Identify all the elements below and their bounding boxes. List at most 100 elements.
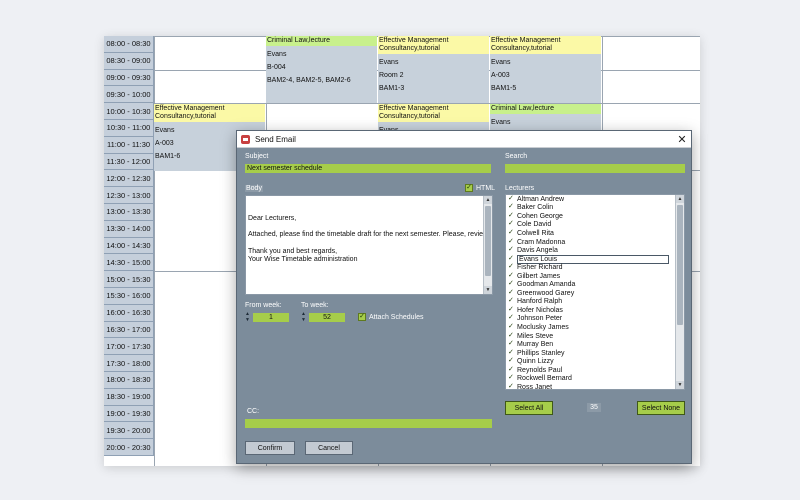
lecturer-item[interactable]: ✓ Altman Andrew — [506, 195, 684, 204]
time-slot: 20:00 - 20:30 — [104, 439, 154, 456]
lecturer-item[interactable]: ✓ Ross Janet — [506, 383, 684, 389]
lecturer-scrollbar[interactable]: ▲ ▼ — [675, 195, 684, 389]
timetable-event[interactable]: Criminal Law,lecture Evans B-004 BAM2-4, BA… — [266, 36, 377, 103]
to-week-input[interactable]: 52 — [309, 313, 345, 322]
check-icon[interactable]: ✓ — [508, 366, 515, 374]
lecturer-name: Cohen George — [517, 212, 563, 220]
lecturer-list[interactable]: ✓ Altman Andrew ✓ Baker Colin ✓ Cohen George ✓… — [505, 194, 685, 390]
lecturer-item[interactable]: ✓ Cole David — [506, 220, 684, 230]
lecturer-name: Fisher Richard — [517, 264, 563, 272]
scroll-up-icon[interactable]: ▲ — [676, 195, 684, 203]
check-icon[interactable]: ✓ — [508, 306, 515, 314]
lecturer-item[interactable]: ✓ Goodman Amanda — [506, 280, 684, 289]
to-week-label: To week: — [301, 302, 329, 309]
event-groups: BAM1-3 — [379, 85, 405, 92]
event-title: Criminal Law,lecture — [266, 36, 377, 46]
lecturer-item[interactable]: ✓ Colwell Rita — [506, 229, 684, 238]
lecturer-item[interactable]: ✓ Miles Steve — [506, 332, 684, 341]
close-icon[interactable]: ✕ — [673, 131, 691, 147]
lecturer-item[interactable]: ✓ Evans Louis — [506, 255, 684, 264]
scroll-thumb[interactable] — [677, 205, 683, 325]
lecturer-item[interactable]: ✓ Gilbert James — [506, 272, 684, 281]
lecturer-item[interactable]: ✓ Rockwell Bernard — [506, 374, 684, 383]
lecturer-item[interactable]: ✓ Quinn Lizzy — [506, 357, 684, 366]
body-textarea[interactable]: Dear Lecturers, Attached, please find th… — [245, 195, 493, 295]
cc-input[interactable] — [245, 419, 492, 428]
check-icon[interactable]: ✓ — [508, 238, 515, 246]
scroll-down-icon[interactable]: ▼ — [676, 381, 684, 389]
lecturer-item[interactable]: ✓ Moclusky James — [506, 323, 684, 332]
scroll-thumb[interactable] — [485, 206, 491, 276]
check-icon[interactable]: ✓ — [508, 220, 515, 228]
timetable-event[interactable]: Effective Management Consultancy,tutoria… — [378, 103, 489, 134]
to-week-spinner[interactable]: ▲ ▼ — [301, 312, 306, 323]
timetable-event[interactable]: Effective Management Consultancy,tutoria… — [490, 36, 601, 103]
check-icon[interactable]: ✓ — [508, 289, 515, 297]
select-all-button[interactable]: Select All — [505, 401, 553, 415]
check-icon[interactable]: ✓ — [508, 340, 515, 348]
lecturer-name: Cram Madonna — [517, 238, 566, 246]
time-slot: 14:30 - 15:00 — [104, 254, 154, 272]
subject-label: Subject — [245, 153, 269, 160]
check-icon[interactable]: ✓ — [508, 229, 515, 237]
timetable-event[interactable]: Effective Management Consultancy,tutoria… — [378, 36, 489, 103]
check-icon[interactable]: ✓ — [508, 374, 515, 382]
body-text: Dear Lecturers, Attached, please find th… — [248, 214, 492, 264]
check-icon[interactable]: ✓ — [508, 203, 515, 211]
lecturer-item[interactable]: ✓ Baker Colin — [506, 203, 684, 213]
lecturer-item[interactable]: ✓ Davis Angela — [506, 246, 684, 255]
lecturer-item[interactable]: ✓ Phillips Stanley — [506, 349, 684, 358]
lecturer-name: Miles Steve — [517, 332, 554, 340]
check-icon[interactable]: ✓ — [508, 332, 515, 340]
lecturer-item[interactable]: ✓ Hofer Nicholas — [506, 306, 684, 315]
lecturer-item[interactable]: ✓ Johnson Peter — [506, 314, 684, 324]
event-groups: BAM2-4, BAM2-5, BAM2-6 — [267, 77, 351, 84]
check-icon[interactable]: ✓ — [508, 323, 515, 331]
time-column: 08:00 - 08:30 08:30 - 09:00 09:00 - 09:30 0… — [104, 36, 154, 456]
scroll-up-icon[interactable]: ▲ — [484, 196, 492, 204]
check-icon[interactable]: ✓ — [508, 272, 515, 280]
scroll-down-icon[interactable]: ▼ — [484, 286, 492, 294]
time-slot: 17:30 - 18:00 — [104, 355, 154, 372]
search-input[interactable] — [505, 164, 685, 173]
event-room: A-003 — [491, 72, 510, 79]
check-icon[interactable]: ✓ — [508, 195, 515, 203]
check-icon[interactable]: ✓ — [508, 357, 515, 365]
check-icon[interactable]: ✓ — [508, 212, 515, 220]
lecturer-item[interactable]: ✓ Cram Madonna — [506, 238, 684, 247]
time-slot: 13:30 - 14:00 — [104, 220, 154, 238]
cancel-button[interactable]: Cancel — [305, 441, 353, 455]
check-icon[interactable]: ✓ — [508, 263, 515, 271]
body-scrollbar[interactable]: ▲ ▼ — [483, 196, 492, 294]
from-week-input[interactable]: 1 — [253, 313, 289, 322]
from-week-spinner[interactable]: ▲ ▼ — [245, 312, 250, 323]
subject-input[interactable]: Next semester schedule — [245, 164, 491, 173]
check-icon[interactable]: ✓ — [508, 246, 515, 254]
check-icon[interactable]: ✓ — [508, 280, 515, 288]
attach-schedules-checkbox[interactable]: ✓ — [358, 313, 366, 321]
lecturer-item[interactable]: ✓ Cohen George — [506, 212, 684, 221]
lecturer-item[interactable]: ✓ Greenwood Garey — [506, 289, 684, 298]
time-slot: 14:00 - 14:30 — [104, 237, 154, 255]
lecturer-name: Murray Ben — [517, 341, 554, 349]
confirm-button[interactable]: Confirm — [245, 441, 295, 455]
lecturer-name: Baker Colin — [517, 204, 554, 212]
check-icon[interactable]: ✓ — [508, 383, 515, 389]
lecturer-item[interactable]: ✓ Hanford Ralph — [506, 297, 684, 307]
check-icon[interactable]: ✓ — [508, 297, 515, 305]
event-room: Room 2 — [379, 72, 404, 79]
lecturer-name: Greenwood Garey — [517, 289, 575, 297]
lecturer-item[interactable]: ✓ Fisher Richard — [506, 263, 684, 272]
lecturer-item[interactable]: ✓ Murray Ben — [506, 340, 684, 349]
check-icon[interactable]: ✓ — [508, 349, 515, 357]
app-icon — [241, 134, 250, 144]
html-checkbox[interactable]: ✓ — [465, 184, 473, 192]
timetable-event[interactable]: Criminal Law,lecture Evans — [490, 103, 601, 134]
check-icon[interactable]: ✓ — [508, 255, 515, 263]
grid-line — [154, 36, 155, 466]
lecturer-item[interactable]: ✓ Reynolds Paul — [506, 366, 684, 375]
event-lecturer: Evans — [491, 118, 511, 126]
check-icon[interactable]: ✓ — [508, 314, 515, 322]
select-none-button[interactable]: Select None — [637, 401, 685, 415]
time-slot: 16:30 - 17:00 — [104, 321, 154, 339]
